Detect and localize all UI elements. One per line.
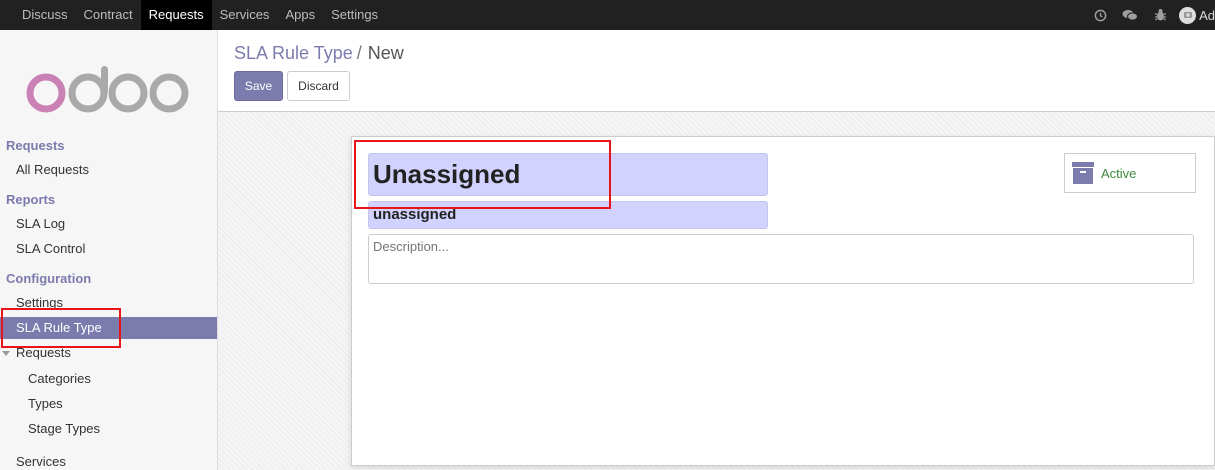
- active-label: Active: [1101, 165, 1137, 181]
- save-button[interactable]: Save: [234, 71, 283, 101]
- menu-settings[interactable]: Settings: [323, 0, 386, 30]
- menu-discuss[interactable]: Discuss: [14, 0, 76, 30]
- chat-icon[interactable]: [1115, 0, 1145, 30]
- breadcrumb-link[interactable]: SLA Rule Type: [234, 43, 353, 63]
- sidebar-item-sla-rule-type[interactable]: SLA Rule Type: [0, 317, 217, 339]
- sidebar-item-categories[interactable]: Categories: [0, 368, 217, 390]
- name-input[interactable]: Unassigned: [368, 153, 768, 196]
- menu-services[interactable]: Services: [212, 0, 278, 30]
- user-name: Ad: [1199, 7, 1215, 23]
- sidebar-item-settings[interactable]: Settings: [0, 292, 217, 314]
- archive-icon: [1072, 162, 1094, 184]
- sidebar-item-requests-group[interactable]: Requests: [0, 342, 217, 364]
- app-menu: Discuss Contract Requests Services Apps …: [0, 0, 386, 30]
- sidebar-section-configuration: Configuration: [6, 271, 92, 286]
- odoo-logo: [26, 66, 189, 113]
- active-toggle-button[interactable]: Active: [1064, 153, 1196, 193]
- sidebar-section-requests: Requests: [6, 138, 65, 153]
- menu-apps[interactable]: Apps: [277, 0, 323, 30]
- user-menu[interactable]: Ad: [1175, 0, 1215, 30]
- sidebar-section-reports: Reports: [6, 192, 56, 207]
- sidebar-item-label: Requests: [16, 345, 71, 360]
- sidebar-item-sla-control[interactable]: SLA Control: [0, 238, 217, 260]
- caret-down-icon: [2, 351, 10, 356]
- bug-icon[interactable]: [1145, 0, 1175, 30]
- sidebar-item-all-requests[interactable]: All Requests: [0, 159, 217, 181]
- sidebar-item-sla-log[interactable]: SLA Log: [0, 213, 217, 235]
- description-textarea[interactable]: [368, 234, 1194, 284]
- form-sheet: Unassigned unassigned Active: [351, 136, 1215, 466]
- avatar: [1179, 6, 1197, 24]
- control-panel: SLA Rule Type / New Save Discard: [218, 30, 1215, 112]
- sidebar-item-services[interactable]: Services: [0, 451, 217, 470]
- sidebar-item-stage-types[interactable]: Stage Types: [0, 418, 217, 440]
- menu-requests[interactable]: Requests: [140, 0, 212, 30]
- sidebar-item-types[interactable]: Types: [0, 393, 217, 415]
- top-navbar: Discuss Contract Requests Services Apps …: [0, 0, 1215, 30]
- discard-button[interactable]: Discard: [287, 71, 350, 101]
- breadcrumb-current: New: [367, 43, 404, 63]
- menu-contract[interactable]: Contract: [76, 0, 141, 30]
- code-input[interactable]: unassigned: [368, 201, 768, 229]
- breadcrumb-separator: /: [356, 43, 362, 63]
- clock-icon[interactable]: [1085, 0, 1115, 30]
- breadcrumb: SLA Rule Type / New: [234, 43, 404, 64]
- sidebar: Requests All Requests Reports SLA Log SL…: [0, 30, 218, 470]
- systray: Ad: [1085, 0, 1215, 30]
